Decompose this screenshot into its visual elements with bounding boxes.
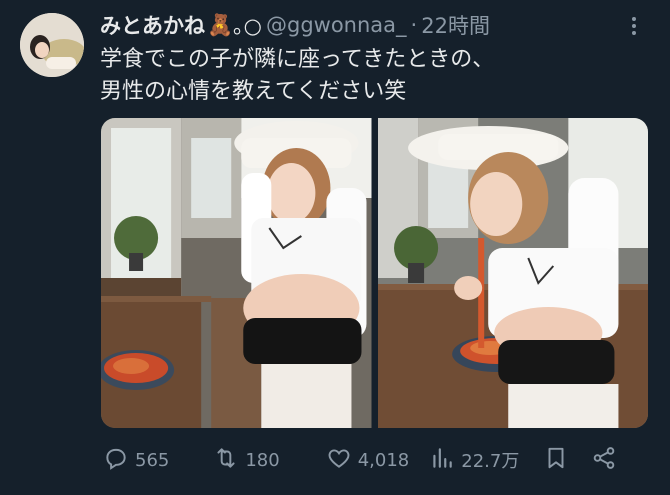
bookmark-button[interactable] — [543, 445, 569, 476]
reply-button[interactable]: 565 — [103, 445, 169, 476]
timestamp[interactable]: 22時間 — [421, 10, 490, 40]
retweet-button[interactable]: 180 — [213, 445, 280, 476]
reply-count: 565 — [135, 449, 170, 471]
tweet-header: みとあかね 🧸 ｡○ @ggwonnaa_ · 22時間 — [100, 10, 620, 40]
tweet-text-line-2: 男性の心情を教えてください笑 — [100, 79, 407, 104]
reply-icon — [103, 445, 129, 476]
retweet-icon — [213, 445, 239, 476]
like-button[interactable]: 4,018 — [326, 445, 410, 476]
views-icon — [429, 445, 455, 476]
like-count: 4,018 — [357, 449, 410, 471]
media-grid — [101, 118, 648, 428]
tweet-text-line-1: 学食でこの子が隣に座ってきたときの、 — [100, 47, 495, 72]
tweet-actions: 565 180 4,018 22.7万 — [100, 443, 648, 477]
photo-1[interactable] — [101, 118, 372, 428]
teddy-bear-emoji: 🧸 — [207, 12, 234, 37]
separator-dot: · — [410, 13, 418, 37]
like-icon — [326, 445, 352, 476]
views-button[interactable]: 22.7万 — [429, 445, 519, 476]
bookmark-icon — [543, 445, 569, 476]
user-handle[interactable]: @ggwonnaa_ — [266, 13, 407, 37]
avatar[interactable] — [20, 13, 84, 77]
display-name-suffix: ｡○ — [233, 14, 262, 38]
views-count: 22.7万 — [461, 451, 520, 472]
share-icon — [591, 445, 617, 476]
share-button[interactable] — [591, 445, 617, 476]
retweet-count: 180 — [245, 449, 280, 471]
photo-2[interactable] — [377, 118, 648, 428]
more-icon[interactable] — [624, 14, 644, 38]
tweet-text: 学食でこの子が隣に座ってきたときの、 男性の心情を教えてください笑 — [100, 44, 650, 108]
display-name[interactable]: みとあかね — [100, 10, 205, 40]
